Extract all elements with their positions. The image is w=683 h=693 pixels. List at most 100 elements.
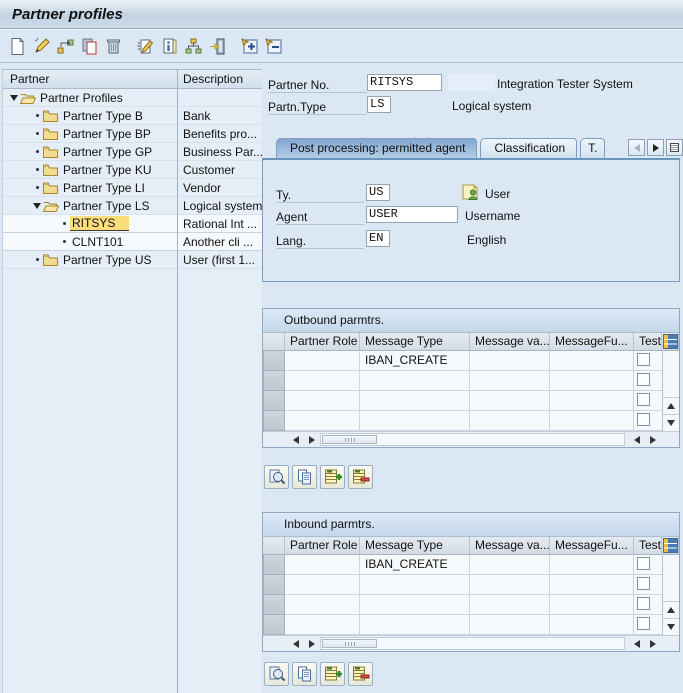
delete-row-button[interactable] [348,465,373,489]
display-change-icon[interactable] [29,33,53,59]
cell-partner-role[interactable] [285,411,360,431]
test-checkbox[interactable] [637,353,650,366]
table-settings-icon[interactable] [662,333,679,351]
cell-partner-role[interactable] [285,351,360,371]
table-vscrollbar[interactable] [662,555,679,635]
column-header-partner-role[interactable]: Partner Role [285,537,360,555]
delete-icon[interactable] [101,33,125,59]
goto-icon[interactable] [205,33,229,59]
copy-button[interactable] [292,662,317,686]
expand-node-icon[interactable] [237,33,261,59]
cell-message-type[interactable] [360,371,470,391]
insert-row-button[interactable] [320,662,345,686]
cell-message-variant[interactable] [470,351,550,371]
hscroll-track[interactable] [320,433,625,446]
tree-row-label[interactable]: Partner Type LI [61,181,145,195]
cell-message-function[interactable] [550,575,634,595]
language-field[interactable]: EN [366,230,390,247]
scroll-right-icon[interactable] [304,433,320,446]
tree-row-partner-type-gp[interactable]: Partner Type GPBusiness Par... [3,143,262,161]
row-selector[interactable] [263,575,285,595]
col-scroll-left-icon[interactable] [629,433,645,446]
cell-message-function[interactable] [550,595,634,615]
row-selector[interactable] [263,595,285,615]
cell-partner-role[interactable] [285,371,360,391]
hscroll-thumb[interactable] [322,435,377,444]
delete-row-button[interactable] [348,662,373,686]
column-header-message-type[interactable]: Message Type [360,333,470,351]
cell-message-type[interactable] [360,391,470,411]
partner-no-field[interactable]: RITSYS [367,74,442,91]
cell-partner-role[interactable] [285,615,360,635]
cell-message-variant[interactable] [470,555,550,575]
test-checkbox[interactable] [637,413,650,426]
select-all-header[interactable] [263,537,285,555]
cell-message-variant[interactable] [470,371,550,391]
create-icon[interactable] [5,33,29,59]
tree-column-divider[interactable] [177,70,178,693]
tree-row-label[interactable]: Partner Type KU [61,163,152,177]
scroll-down-icon[interactable] [663,618,679,635]
column-header-test[interactable]: Test [634,333,662,351]
tree-row-partner-type-ku[interactable]: Partner Type KUCustomer [3,161,262,179]
cell-partner-role[interactable] [285,555,360,575]
tree-row-clnt101[interactable]: CLNT101Another cli ... [3,233,262,251]
col-scroll-left-icon[interactable] [629,637,645,650]
cell-message-function[interactable] [550,371,634,391]
insert-row-button[interactable] [320,465,345,489]
tree-row-label[interactable]: Partner Type B [61,109,143,123]
column-header-message-variant[interactable]: Message va... [470,537,550,555]
cell-message-type[interactable] [360,575,470,595]
column-header-message-variant[interactable]: Message va... [470,333,550,351]
column-header-partner-role[interactable]: Partner Role [285,333,360,351]
documentation-icon[interactable] [157,33,181,59]
test-checkbox[interactable] [637,577,650,590]
cell-message-type[interactable] [360,595,470,615]
check-icon[interactable] [133,33,157,59]
cell-message-type[interactable] [360,615,470,635]
hscroll-track[interactable] [320,637,625,650]
cell-message-variant[interactable] [470,391,550,411]
cell-partner-role[interactable] [285,575,360,595]
tree-row-ritsys[interactable]: RITSYSRational Int ... [3,215,262,233]
cell-message-type[interactable]: IBAN_CREATE [360,351,470,371]
tree-row-label[interactable]: Partner Type GP [61,145,152,159]
partner-type-field[interactable]: LS [367,96,391,113]
scroll-left-icon[interactable] [288,433,304,446]
cell-message-function[interactable] [550,411,634,431]
table-settings-icon[interactable] [662,537,679,555]
col-scroll-right-icon[interactable] [645,433,661,446]
tab-scroll-right-icon[interactable] [647,139,664,156]
tree-row-partner-profiles[interactable]: Partner Profiles [3,89,262,107]
hierarchy-icon[interactable] [181,33,205,59]
test-checkbox[interactable] [637,617,650,630]
scroll-right-icon[interactable] [304,637,320,650]
details-button[interactable] [264,465,289,489]
scroll-down-icon[interactable] [663,414,679,431]
cell-message-function[interactable] [550,555,634,575]
cell-message-function[interactable] [550,351,634,371]
cell-message-function[interactable] [550,391,634,411]
copy-icon[interactable] [77,33,101,59]
row-selector[interactable] [263,555,285,575]
select-all-header[interactable] [263,333,285,351]
row-selector[interactable] [263,391,285,411]
row-selector[interactable] [263,351,285,371]
column-header-message-function[interactable]: MessageFu... [550,333,634,351]
vscroll-track[interactable] [663,351,679,397]
scroll-up-icon[interactable] [663,601,679,618]
tree-row-label[interactable]: CLNT101 [70,235,123,249]
test-checkbox[interactable] [637,373,650,386]
copy-button[interactable] [292,465,317,489]
column-header-message-type[interactable]: Message Type [360,537,470,555]
cell-partner-role[interactable] [285,391,360,411]
cell-message-variant[interactable] [470,411,550,431]
table-vscrollbar[interactable] [662,351,679,431]
partner-description-field[interactable] [448,74,495,91]
tab-classification[interactable]: Classification [480,138,577,158]
tree-row-partner-type-bp[interactable]: Partner Type BPBenefits pro... [3,125,262,143]
cell-message-variant[interactable] [470,575,550,595]
tree-row-label[interactable]: Partner Type LS [61,199,150,213]
cell-message-type[interactable]: IBAN_CREATE [360,555,470,575]
agent-type-field[interactable]: US [366,184,390,201]
